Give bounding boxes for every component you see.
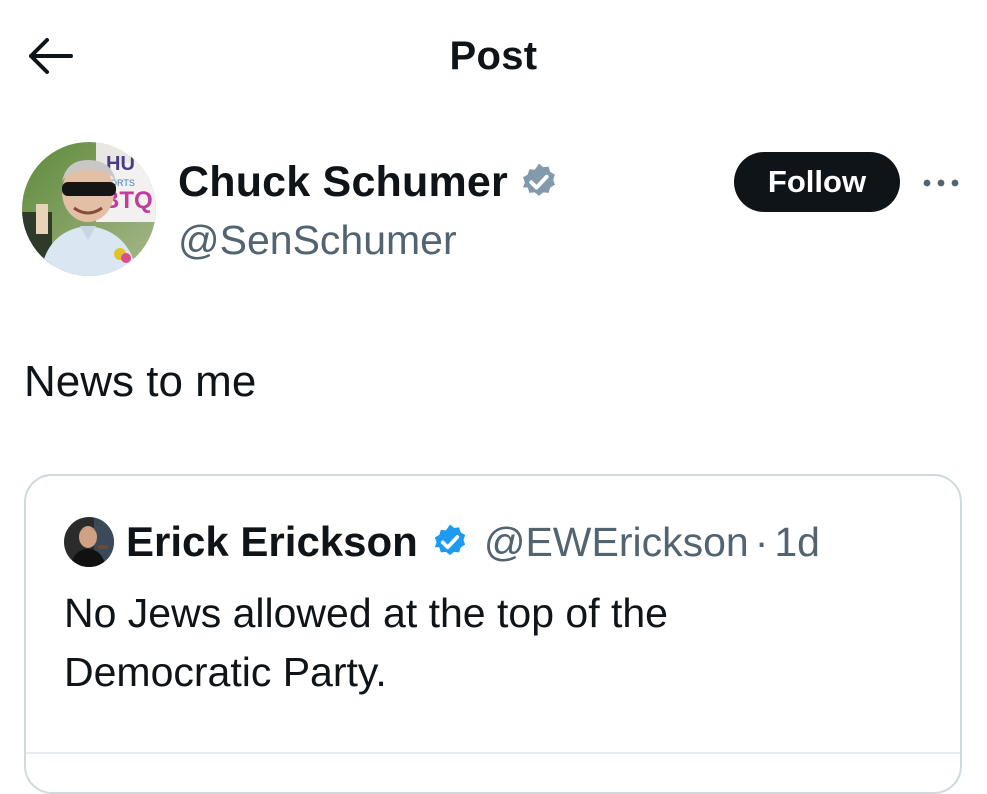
separator-dot: · [754,519,769,565]
blue-verified-badge-icon [434,524,465,556]
author-avatar[interactable]: HU PORTS BTQ [22,142,156,276]
more-options-button[interactable] [918,160,964,206]
gray-verified-badge-icon[interactable] [518,161,560,203]
quoted-post-text: No Jews allowed at the top of the Democr… [64,590,668,695]
more-horizontal-icon [923,179,959,187]
follow-button[interactable]: Follow [734,152,900,212]
quoted-post-card[interactable]: Erick Erickson @EWErickson · 1d No Jews … [24,474,962,794]
quoted-post-header: Erick Erickson @EWErickson · 1d [64,516,820,568]
quoted-author-handle: @EWErickson [483,519,749,565]
quoted-post-time: 1d [774,519,820,565]
author-display-name[interactable]: Chuck Schumer [178,156,508,208]
post-author: HU PORTS BTQ Chuck Schumer @SenSchumer F… [22,142,967,282]
top-bar: Post [0,0,987,110]
quoted-author-avatar[interactable] [64,517,114,567]
quoted-author-display-name: Erick Erickson [126,518,418,565]
display-name-line: Chuck Schumer [178,156,560,208]
author-names: Chuck Schumer @SenSchumer [178,156,560,268]
quoted-card-divider [26,752,960,754]
post-text: News to me [24,357,257,406]
page-title: Post [449,34,538,78]
author-handle[interactable]: @SenSchumer [178,212,560,268]
